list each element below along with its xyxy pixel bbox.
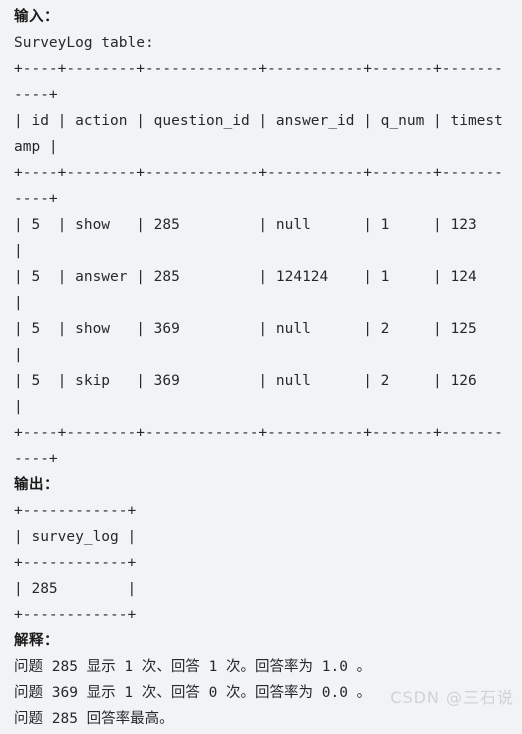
output-heading: 输出：	[14, 477, 59, 493]
table-row: | 5 | skip | 369 | null | 2 | 126 |	[14, 373, 477, 415]
input-heading: 输入：	[14, 9, 59, 25]
table-row: | 5 | answer | 285 | 124124 | 1 | 124 |	[14, 269, 477, 311]
explanation-line: 问题 369 显示 1 次、回答 0 次。回答率为 0.0 。	[14, 685, 372, 701]
output-table-separator-bottom: +------------+	[14, 607, 137, 623]
explanation-line: 问题 285 显示 1 次、回答 1 次。回答率为 1.0 。	[14, 659, 372, 675]
input-table-caption: SurveyLog table:	[14, 35, 154, 51]
explanation-line: 问题 285 回答率最高。	[14, 711, 174, 727]
input-table-separator-top: +----+--------+-------------+-----------…	[14, 61, 503, 103]
explanation-heading: 解释：	[14, 633, 59, 649]
output-table-header-row: | survey_log |	[14, 529, 137, 545]
table-row: | 5 | show | 369 | null | 2 | 125 |	[14, 321, 477, 363]
table-row: | 5 | show | 285 | null | 1 | 123 |	[14, 217, 477, 259]
table-row: | 285 |	[14, 581, 137, 597]
input-table-separator-mid: +----+--------+-------------+-----------…	[14, 165, 503, 207]
output-table-separator-top: +------------+	[14, 503, 137, 519]
input-table-separator-bottom: +----+--------+-------------+-----------…	[14, 425, 503, 467]
input-table-header-row: | id | action | question_id | answer_id …	[14, 113, 503, 155]
output-table-separator-mid: +------------+	[14, 555, 137, 571]
code-block: 输入： SurveyLog table: +----+--------+----…	[0, 0, 522, 734]
